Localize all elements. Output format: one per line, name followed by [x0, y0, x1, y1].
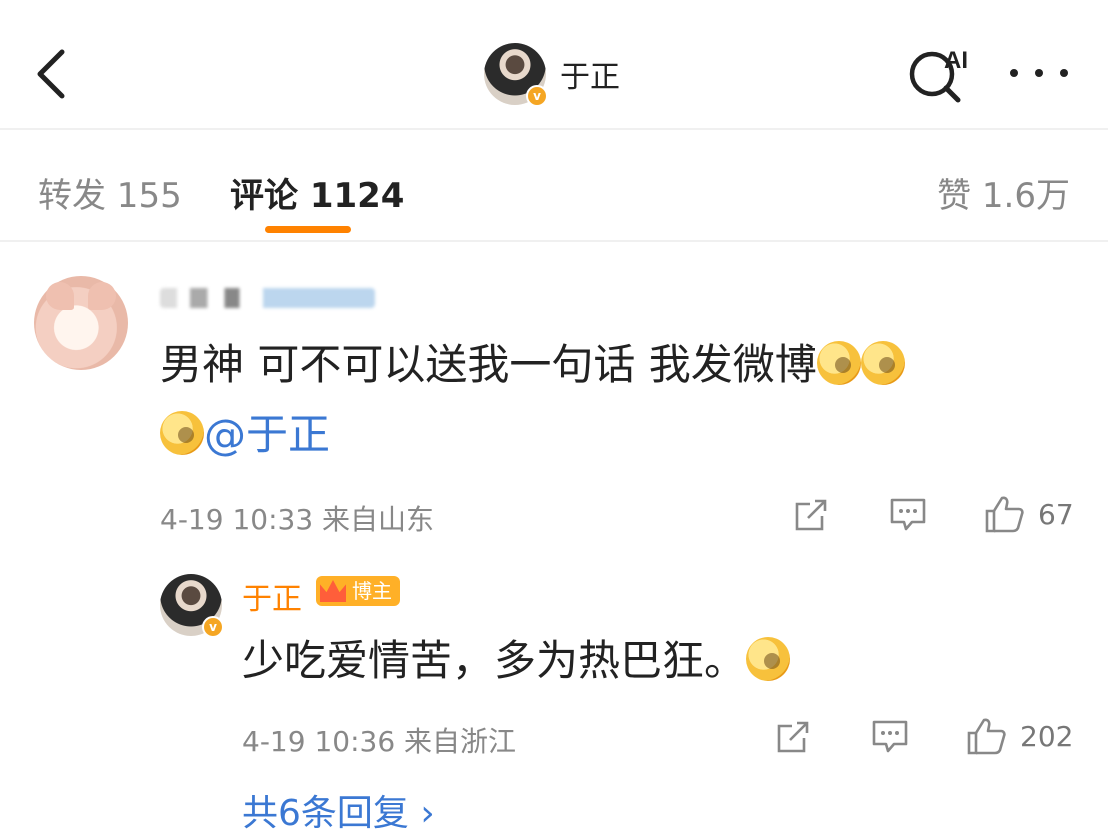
reply-button[interactable]: [870, 718, 910, 756]
thumb-up-icon: [985, 496, 1024, 533]
emoji-icon: [860, 341, 905, 385]
ai-search-button[interactable]: AI: [906, 42, 976, 106]
reply-time: 4-19 10:36: [242, 725, 396, 758]
more-dots-icon: [1060, 69, 1068, 77]
share-button[interactable]: [792, 496, 830, 534]
ai-label: AI: [944, 47, 968, 74]
comment-text: 男神 可不可以送我一句话 我发微博: [160, 340, 817, 389]
back-arrow-icon: [37, 49, 65, 99]
share-icon: [777, 721, 809, 753]
avatar[interactable]: v: [160, 574, 224, 638]
tab-comments[interactable]: 评论 1124: [230, 168, 404, 217]
tab-forward[interactable]: 转发 155: [38, 168, 182, 217]
like-count: 202: [1020, 719, 1074, 753]
like-count: 67: [1038, 497, 1074, 531]
comment-meta: 4-19 10:33 来自山东: [160, 498, 434, 538]
page-title: 于正: [560, 60, 620, 95]
emoji-icon: [746, 637, 791, 681]
back-button[interactable]: [30, 44, 80, 104]
thumb-up-icon: [967, 718, 1006, 755]
verified-badge-icon: v: [526, 85, 548, 107]
mention-link[interactable]: @于正: [204, 410, 330, 459]
blogger-badge: 博主: [316, 576, 400, 606]
more-dots-icon: [1035, 69, 1043, 77]
avatar-ear: [88, 282, 116, 310]
share-icon: [795, 499, 827, 531]
tab-likes[interactable]: 赞 1.6万: [937, 168, 1070, 217]
view-more-replies-link[interactable]: 共6条回复 ›: [242, 784, 435, 831]
comment-body: 男神 可不可以送我一句话 我发微博 @于正: [160, 330, 1070, 470]
tab-bar: 转发 155 评论 1124 赞 1.6万: [0, 132, 1108, 242]
avatar[interactable]: [34, 276, 128, 370]
active-tab-indicator: [265, 226, 351, 233]
comment-location: 来自山东: [322, 503, 435, 536]
more-dots-icon: [1010, 69, 1018, 77]
comment-time: 4-19 10:33: [160, 503, 314, 536]
reply-body: 少吃爱情苦，多为热巴狂。: [242, 626, 791, 696]
share-button[interactable]: [774, 718, 812, 756]
reply-button[interactable]: [888, 496, 928, 534]
like-button[interactable]: 202: [966, 716, 1073, 756]
reply-location: 来自浙江: [404, 725, 517, 758]
comment-icon: [890, 498, 926, 531]
ai-search-icon: AI: [909, 47, 968, 103]
crown-icon: [320, 580, 346, 602]
comment-icon: [872, 720, 908, 753]
avatar-ear: [46, 282, 74, 310]
more-button[interactable]: [1010, 58, 1068, 88]
top-bar: v 于正 AI: [0, 0, 1108, 130]
reply-text: 少吃爱情苦，多为热巴狂。: [242, 636, 747, 685]
reply-meta: 4-19 10:36 来自浙江: [242, 720, 516, 760]
avatar[interactable]: v: [484, 43, 548, 107]
emoji-icon: [816, 341, 861, 385]
emoji-icon: [160, 411, 204, 455]
header-profile[interactable]: v 于正: [484, 42, 620, 107]
like-button[interactable]: 67: [984, 494, 1074, 534]
verified-badge-icon: v: [202, 616, 224, 638]
blogger-badge-label: 博主: [352, 579, 392, 603]
reply-author[interactable]: 于正: [242, 574, 302, 618]
username-redacted[interactable]: [160, 288, 375, 308]
